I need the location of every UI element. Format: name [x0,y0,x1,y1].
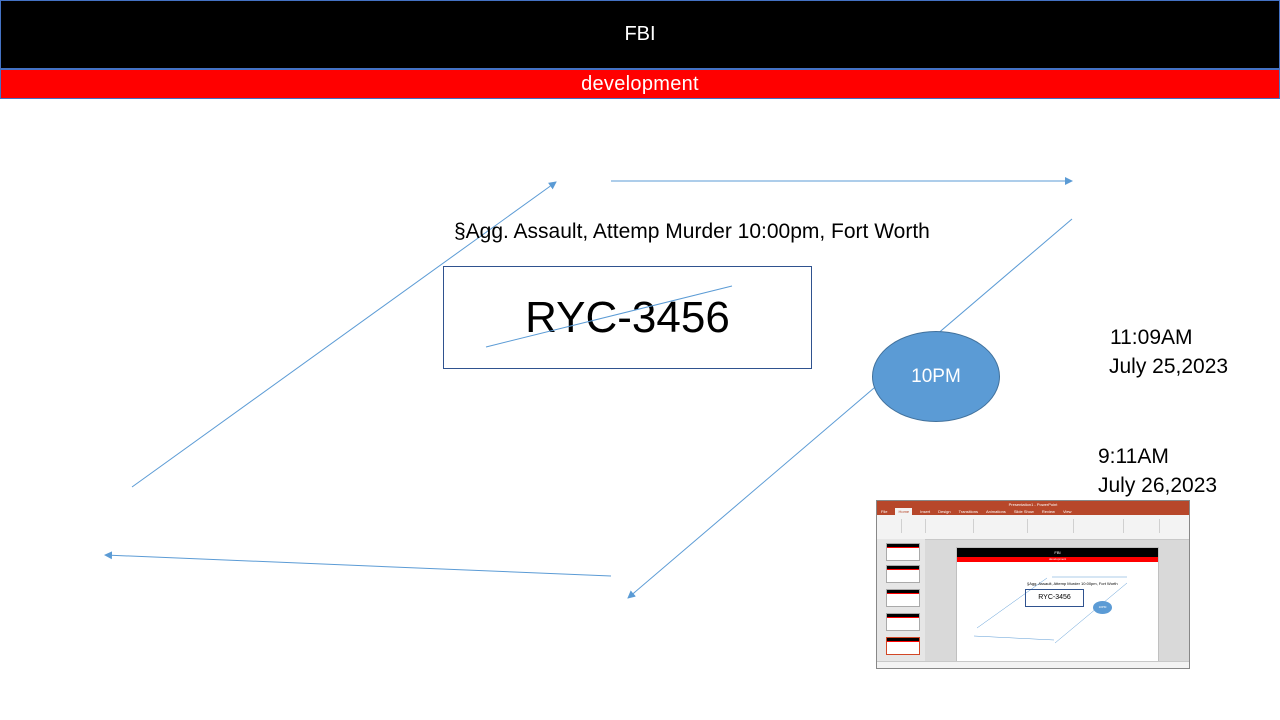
thumb-ribbon [877,515,1189,540]
timestamp-2: 9:11AM July 26,2023 [1098,442,1217,500]
thumb-tab: Slide Show [1013,509,1034,514]
thumb-slide-selected [886,637,920,655]
thumb-slide [886,613,920,631]
thumb-tab: Animations [986,509,1006,514]
time-circle-label: 10PM [911,365,961,387]
timestamp-1-time: 11:09AM [1110,326,1193,349]
subtitle-band: development [0,69,1280,99]
thumb-slide [886,543,920,561]
timestamp-2-date: July 26,2023 [1098,474,1218,497]
timestamp-1-date: July 25,2023 [1109,355,1229,378]
thumb-slide [886,565,920,583]
thumb-tab: Insert [920,509,931,514]
thumb-status-bar [877,661,1189,668]
slide-subtitle: development [581,72,699,95]
slide-title-banner: FBI [0,0,1280,69]
thumb-tab: File [881,509,888,514]
thumb-caption: §Agg. Assault, Attemp Murder 10:00pm, Fo… [1027,581,1118,586]
thumb-ribbon-tabs: File Home Insert Design Transitions Anim… [877,508,1189,515]
thumb-tab: Transitions [958,509,979,514]
slide-title: FBI [624,23,656,45]
thumb-app-title: Presentation1 - PowerPoint [877,501,1189,508]
thumb-tab: Design [938,509,951,514]
license-plate-box: RYC-3456 [443,266,812,369]
thumb-tab: View [1062,509,1072,514]
time-circle: 10PM [872,331,1000,422]
thumb-slide-pane [877,539,925,661]
powerpoint-screenshot-thumbnail: Presentation1 - PowerPoint File Home Ins… [876,500,1190,669]
thumb-slide-canvas: FBI development §Agg. Assault, Attemp Mu… [956,547,1159,662]
timestamp-2-time: 9:11AM [1098,445,1169,468]
thumb-plate: RYC-3456 [1025,589,1084,607]
timestamp-1: 11:09AM July 25,2023 [1109,323,1229,381]
arrow-bottom-left [104,551,612,577]
thumb-tab: Review [1041,509,1055,514]
thumb-circle: 10PM [1093,601,1112,614]
thumb-tab-active: Home [895,508,913,515]
incident-caption: §Agg. Assault, Attemp Murder 10:00pm, Fo… [454,220,930,243]
thumb-slide [886,589,920,607]
plate-strike-line [485,285,733,348]
